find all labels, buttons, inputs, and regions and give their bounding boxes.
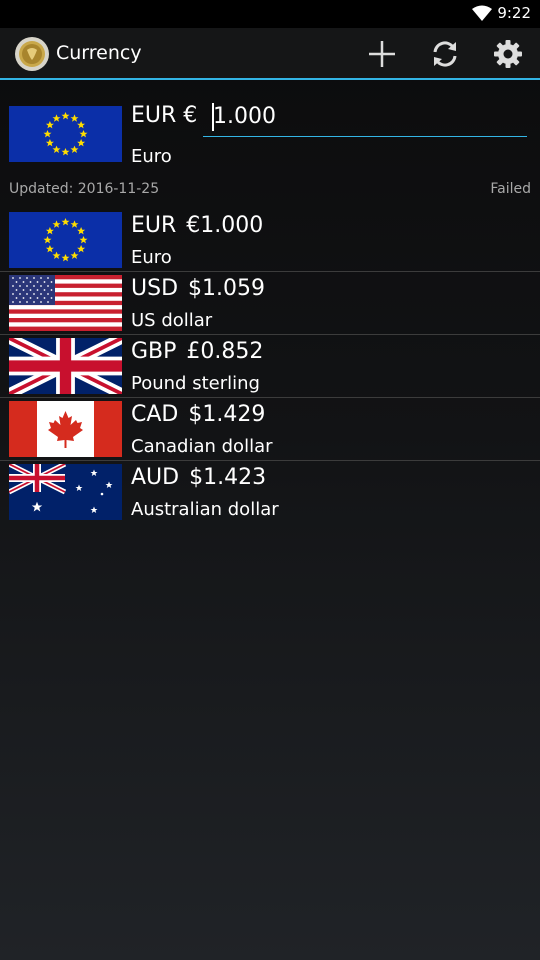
- us-flag-icon: [9, 275, 122, 331]
- app-title: Currency: [56, 42, 142, 64]
- action-bar: Currency: [0, 28, 540, 80]
- currency-name: Pound sterling: [131, 373, 260, 394]
- currency-value-line: USD $1.059: [131, 276, 265, 301]
- currency-name: US dollar: [131, 310, 213, 331]
- amount-input[interactable]: [203, 97, 527, 137]
- list-item-usd[interactable]: USD $1.059 US dollar: [0, 272, 540, 335]
- status-bar: 9:22: [0, 0, 540, 28]
- list-item-cad[interactable]: CAD $1.429 Canadian dollar: [0, 398, 540, 461]
- uk-flag-icon: [9, 338, 122, 394]
- list-item-aud[interactable]: AUD $1.423 Australian dollar: [0, 461, 540, 524]
- currency-value-line: GBP £0.852: [131, 339, 264, 364]
- australia-flag-icon: [9, 464, 122, 520]
- selected-code: EUR €: [131, 103, 198, 128]
- text-cursor: [212, 103, 214, 131]
- refresh-icon: [433, 41, 457, 67]
- settings-icon: [494, 40, 522, 68]
- currency-name: Canadian dollar: [131, 436, 273, 457]
- canada-flag-icon: [9, 401, 122, 457]
- currency-list: EUR €1.000 Euro USD $1.059 US dollar GBP…: [0, 209, 540, 524]
- update-status: Failed: [490, 181, 531, 197]
- add-icon: [369, 41, 395, 67]
- coin-icon: [15, 37, 49, 71]
- currency-value-line: CAD $1.429: [131, 402, 266, 427]
- currency-name: Euro: [131, 247, 172, 268]
- currency-value-line: AUD $1.423: [131, 465, 267, 490]
- settings-button[interactable]: [492, 38, 524, 70]
- status-time: 9:22: [497, 4, 531, 22]
- refresh-button[interactable]: [429, 38, 461, 70]
- eu-flag-icon: [9, 212, 122, 268]
- selected-name: Euro: [131, 146, 172, 167]
- add-button[interactable]: [366, 38, 398, 70]
- eu-flag-icon: [9, 106, 122, 162]
- list-item-eur[interactable]: EUR €1.000 Euro: [0, 209, 540, 272]
- currency-value-line: EUR €1.000: [131, 213, 264, 238]
- wifi-icon: [472, 5, 492, 21]
- updated-date: Updated: 2016-11-25: [9, 181, 160, 197]
- list-item-gbp[interactable]: GBP £0.852 Pound sterling: [0, 335, 540, 398]
- currency-name: Australian dollar: [131, 499, 279, 520]
